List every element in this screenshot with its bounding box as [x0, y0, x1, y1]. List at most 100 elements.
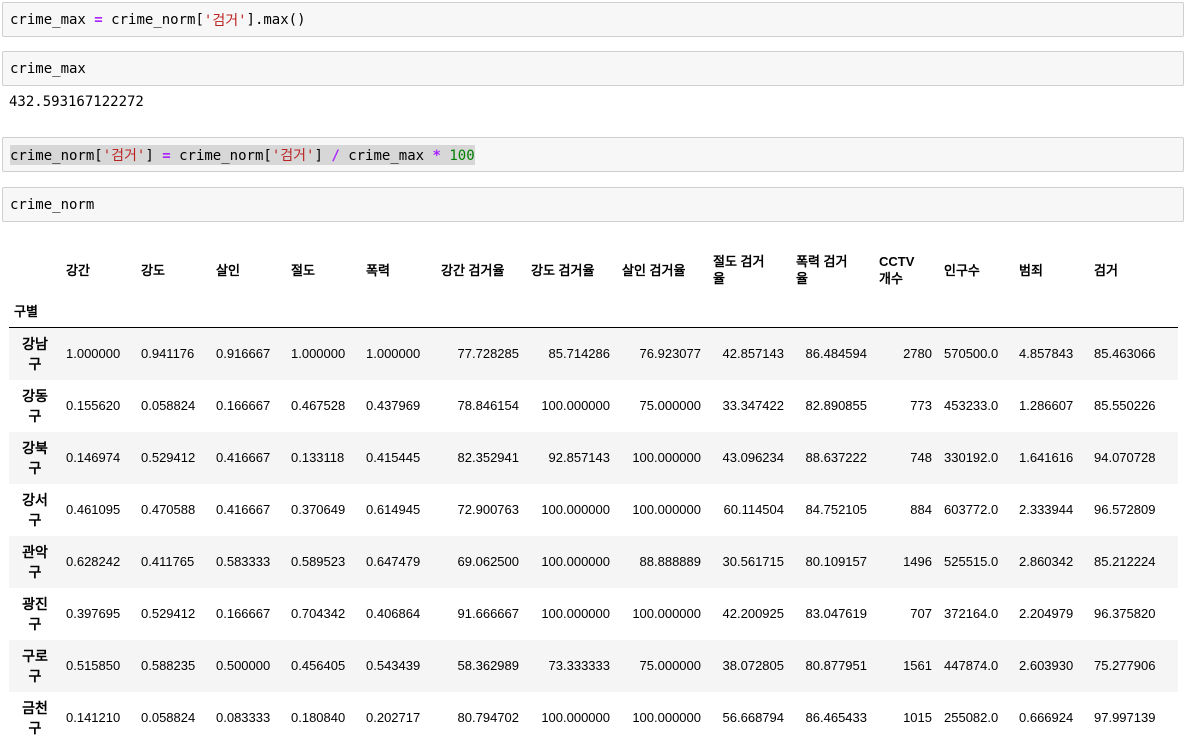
table-cell: 0.916667	[216, 346, 271, 362]
code-cell-3[interactable]: crime_norm['검거'] = crime_norm['검거'] / cr…	[2, 137, 1184, 172]
row-index: 광진 구	[22, 595, 48, 632]
table-cell: 4.857843	[1019, 346, 1074, 362]
table-cell: 0.589523	[291, 554, 346, 569]
table-cell: 78.846154	[457, 398, 519, 413]
column-header: 검거	[1094, 262, 1118, 278]
code-token: ].max()	[246, 11, 306, 28]
table-cell: 0.583333	[216, 554, 271, 569]
table-cell: 1015	[903, 710, 932, 725]
code-token: crime_norm[	[111, 11, 204, 28]
table-cell: 0.470588	[141, 502, 196, 517]
table-cell: 0.166667	[216, 606, 271, 621]
table-cell: 603772.0	[944, 502, 999, 517]
table-cell: 85.463066	[1094, 346, 1156, 362]
table-cell: 80.877951	[805, 658, 867, 673]
table-cell: 2.860342	[1019, 554, 1074, 569]
table-cell: 0.437969	[366, 398, 421, 413]
column-header: CCTV 개수	[879, 254, 915, 286]
column-header: 강간	[66, 262, 90, 278]
table-cell: 92.857143	[548, 450, 610, 465]
table-cell: 72.900763	[457, 502, 519, 517]
table-cell: 0.155620	[66, 398, 121, 413]
table-cell: 100.000000	[541, 398, 610, 413]
table-cell: 447874.0	[944, 658, 999, 673]
table-cell: 58.362989	[457, 658, 519, 673]
table-cell: 75.277906	[1094, 658, 1156, 673]
table-cell: 100.000000	[632, 606, 701, 621]
table-row: 강서 구 0.461095 0.470588 0.416667 0.370649 0.61…	[9, 484, 1178, 536]
row-index: 강서 구	[22, 491, 48, 528]
table-cell: 80.109157	[805, 554, 867, 569]
table-cell: 76.923077	[639, 346, 701, 362]
code-token: crime_norm	[10, 196, 95, 213]
table-cell: 100.000000	[541, 606, 610, 621]
table-cell: 82.890855	[805, 398, 867, 413]
column-header: 살인 검거율	[622, 262, 686, 278]
column-header: 살인	[216, 262, 240, 278]
code-cell-1[interactable]: crime_max = crime_norm['검거'].max()	[2, 2, 1184, 37]
table-cell: 0.397695	[66, 606, 121, 621]
code-token: crime_max	[10, 60, 86, 77]
table-cell: 0.515850	[66, 658, 121, 673]
table-cell: 0.500000	[216, 658, 271, 673]
code-operator: =	[94, 11, 103, 28]
dataframe-output: 강간 강도 살인 절도 폭력 강간 검거율 강도 검거율 살인 검거율 절도 검거 율 폭력 검거…	[9, 246, 1178, 744]
row-index: 금천 구	[22, 699, 48, 736]
table-cell: 69.062500	[457, 554, 519, 569]
table-cell: 0.202717	[366, 710, 421, 725]
table-cell: 73.333333	[548, 658, 610, 673]
table-cell: 91.666667	[457, 606, 519, 621]
table-cell: 0.543439	[366, 658, 421, 673]
row-index: 강동 구	[22, 387, 48, 424]
column-header: 강도 검거율	[531, 262, 595, 278]
table-cell: 330192.0	[944, 450, 999, 465]
table-cell: 0.058824	[141, 710, 196, 725]
table-row: 강동 구 0.155620 0.058824 0.166667 0.467528 0.43…	[9, 380, 1178, 432]
table-cell: 88.888889	[639, 554, 701, 569]
table-cell: 884	[910, 502, 932, 517]
table-cell: 86.465433	[805, 710, 867, 725]
table-cell: 94.070728	[1094, 450, 1156, 465]
table-cell: 1496	[903, 554, 932, 569]
column-header: 인구수	[944, 262, 980, 278]
row-index: 강남 구	[22, 335, 48, 372]
table-cell: 56.668794	[722, 710, 784, 725]
table-cell: 97.997139	[1094, 710, 1156, 725]
table-cell: 33.347422	[722, 398, 784, 413]
table-cell: 1.000000	[291, 346, 346, 362]
table-cell: 0.456405	[291, 658, 346, 673]
table-cell: 0.628242	[66, 554, 121, 569]
table-cell: 0.647479	[366, 554, 421, 569]
header-row: 강간 강도 살인 절도 폭력 강간 검거율 강도 검거율 살인 검거율 절도 검거 율 폭력 검거…	[9, 246, 1178, 294]
table-cell: 85.714286	[548, 346, 610, 362]
table-cell: 42.857143	[722, 346, 784, 362]
column-header: 폭력	[366, 262, 390, 278]
table-cell: 1.286607	[1019, 398, 1074, 413]
column-header: 강간 검거율	[441, 262, 505, 278]
table-cell: 100.000000	[632, 710, 701, 725]
code-cell-4[interactable]: crime_norm	[2, 187, 1184, 222]
table-cell: 1.641616	[1019, 450, 1074, 465]
table-cell: 2.603930	[1019, 658, 1074, 673]
table-cell: 525515.0	[944, 554, 999, 569]
table-cell: 85.212224	[1094, 554, 1156, 569]
table-cell: 82.352941	[457, 450, 519, 465]
row-index: 구로 구	[22, 647, 48, 684]
table-cell: 88.637222	[805, 450, 867, 465]
table-cell: 96.572809	[1094, 502, 1156, 517]
index-name-row: 구별	[9, 294, 1178, 328]
table-row: 강남 구 1.000000 0.941176 0.916667 1.000000 1.00…	[9, 327, 1178, 380]
table-row: 금천 구 0.141210 0.058824 0.083333 0.180840 0.20…	[9, 692, 1178, 744]
table-cell: 2.333944	[1019, 502, 1074, 517]
table-cell: 60.114504	[723, 502, 785, 517]
table-cell: 77.728285	[457, 346, 519, 362]
table-cell: 100.000000	[541, 554, 610, 569]
table-cell: 1.000000	[366, 346, 421, 362]
table-cell: 80.794702	[457, 710, 519, 725]
row-index: 강북 구	[22, 439, 48, 476]
table-row: 강북 구 0.146974 0.529412 0.416667 0.133118 0.41…	[9, 431, 1178, 484]
selected-code: crime_norm['검거'] = crime_norm['검거'] / cr…	[10, 144, 475, 165]
table-cell: 100.000000	[541, 710, 610, 725]
code-cell-2[interactable]: crime_max	[2, 51, 1184, 86]
table-cell: 2.204979	[1019, 606, 1074, 621]
